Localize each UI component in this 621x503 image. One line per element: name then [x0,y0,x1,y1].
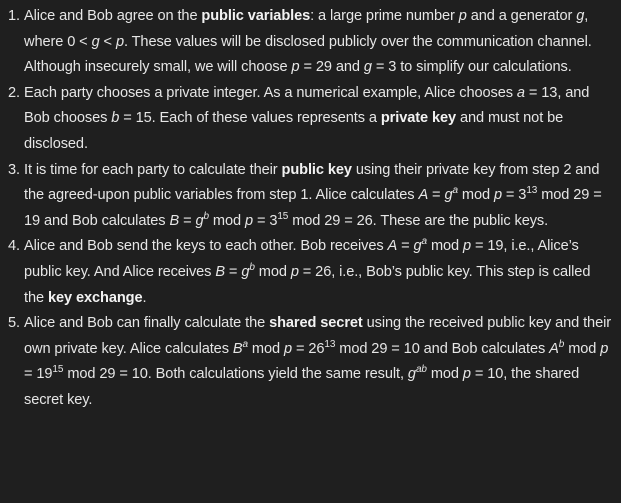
italic-run: B [232,340,243,357]
text-run: Alice and Bob send the keys to each othe… [24,238,388,255]
step-item: 3. It is time for each party to calculat… [8,158,611,235]
text-run: and a generator [466,8,577,24]
step-number: 1. [8,8,20,24]
step-number: 5. [8,315,20,332]
step-number: 4. [8,238,20,255]
step-number: 3. [8,161,20,178]
step-item: 1. Alice and Bob agree on the public var… [8,4,611,81]
step-text: Each party chooses a private integer. As… [24,85,589,152]
text-run: mod [427,238,464,255]
bold-run: shared secret [269,315,363,332]
text-run: mod 29 = 26. These are the public keys. [288,212,549,229]
italic-run: p [244,212,253,229]
superscript-run: ab [415,364,427,376]
text-run: = 3 [501,187,527,204]
italic-run: p [462,366,471,383]
step-item: 4. Alice and Bob send the keys to each o… [8,234,611,311]
step-text: Alice and Bob can finally calculate the … [24,315,611,408]
text-run: mod [426,366,463,383]
text-run: = 29 and [299,59,364,76]
step-number: 2. [8,84,20,101]
text-run: = 26 [292,340,325,357]
superscript-run: 13 [526,185,538,197]
text-run: mod [457,187,494,204]
italic-run: a [516,84,525,101]
italic-run: g [91,33,100,50]
superscript-run: 15 [52,364,64,376]
text-run: : a large prime number [310,8,459,24]
italic-run: A [387,238,398,255]
text-run: = [224,263,242,280]
step-item: 2. Each party chooses a private integer.… [8,81,611,158]
italic-run: p [291,59,300,76]
italic-run: B [169,212,180,229]
text-run: It is time for each party to calculate t… [24,161,282,178]
bold-run: key exchange [47,289,143,306]
italic-run: p [290,263,299,280]
italic-run: g [407,366,416,383]
italic-run: p [458,8,467,24]
step-text: Alice and Bob agree on the public variab… [24,8,592,75]
italic-run: A [549,340,559,357]
text-run: = 15. Each of these values represents a [119,110,381,127]
text-run: = 19 [24,366,53,383]
italic-run: p [283,340,292,357]
text-run: mod 29 = 10. Both calculations yield the… [63,366,408,383]
italic-run: p [493,187,502,204]
text-run: = [428,187,445,204]
text-run: = [179,212,196,229]
text-run: mod [247,340,284,357]
bold-run: private key [380,110,457,127]
text-run: = 3 to simplify our calculations. [371,59,572,76]
superscript-run: 15 [277,210,289,222]
italic-run: p [115,33,124,50]
italic-run: p [463,238,472,255]
text-run: Alice and Bob agree on the [24,8,202,24]
superscript-run: 13 [324,338,336,350]
italic-run: B [215,263,225,280]
text-run: = 3 [252,212,278,229]
step-text: It is time for each party to calculate t… [24,162,602,229]
text-run: mod [254,263,291,280]
text-run: < [99,33,116,50]
italic-run: A [418,187,429,204]
italic-run: g [363,59,372,76]
text-run: mod [208,212,245,229]
bold-run: public variables [201,8,311,24]
text-run: Alice and Bob can finally calculate the [24,315,270,332]
text-run: Each party chooses a private integer. As… [24,84,517,101]
document: 1. Alice and Bob agree on the public var… [0,0,621,503]
text-run: . [142,289,147,306]
italic-run: p [600,340,609,357]
step-item: 5. Alice and Bob can finally calculate t… [8,311,611,413]
text-run: = [397,238,414,255]
italic-run: g [413,238,422,255]
text-run: mod 29 = 10 and Bob calculates [335,340,550,357]
steps-list: 1. Alice and Bob agree on the public var… [8,4,611,414]
text-run: mod [564,340,601,357]
bold-run: public key [281,161,352,178]
step-text: Alice and Bob send the keys to each othe… [24,237,590,306]
